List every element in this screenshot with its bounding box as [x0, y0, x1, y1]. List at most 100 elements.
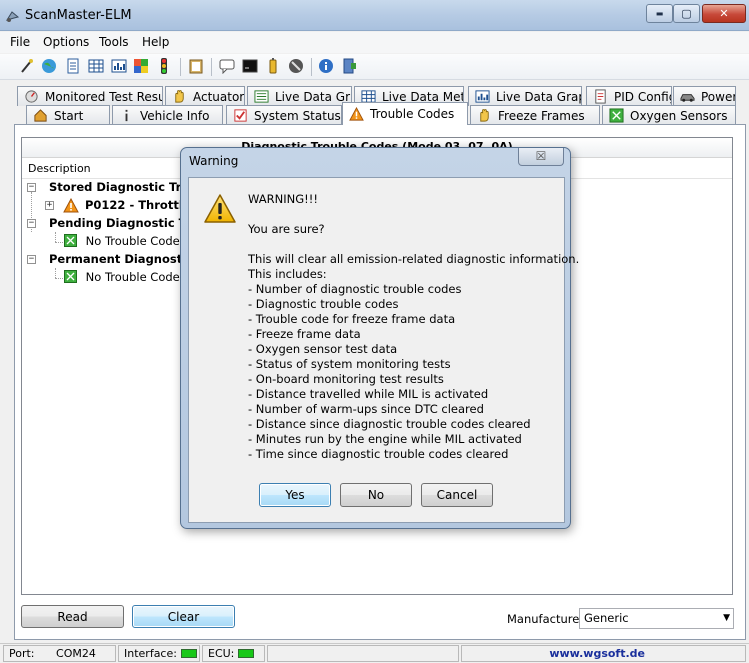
close-icon: ✕ [719, 7, 729, 20]
clear-button[interactable]: Clear [132, 605, 235, 628]
no-button[interactable]: No [340, 483, 412, 507]
dialog-message: WARNING!!! You are sure? This will clear… [248, 192, 580, 461]
read-button[interactable]: Read [21, 605, 124, 628]
tab-pid-config[interactable]: PID Config [586, 86, 672, 106]
hand-icon [480, 109, 489, 122]
port-value: COM24 [56, 647, 96, 660]
config-icon [595, 89, 606, 104]
info-icon [125, 109, 128, 122]
tab-label: System Status [254, 108, 341, 123]
read-label: Read [57, 609, 88, 624]
tab-oxygen-sensors[interactable]: Oxygen Sensors [602, 105, 736, 125]
list-icon [254, 90, 269, 103]
menu-bar: File Options Tools Help [0, 32, 749, 53]
menu-file[interactable]: File [10, 35, 30, 49]
grid-icon[interactable] [88, 58, 104, 74]
tab-freeze-frames[interactable]: Freeze Frames [470, 105, 600, 125]
minimize-button[interactable]: ▬ [646, 4, 673, 23]
yes-label: Yes [285, 488, 305, 502]
hand-icon [175, 90, 184, 103]
tab-monitored-test-results[interactable]: Monitored Test Results [17, 86, 163, 106]
menu-help[interactable]: Help [142, 35, 169, 49]
graph-icon [475, 90, 490, 103]
warning-icon [349, 106, 364, 121]
tab-power[interactable]: Power [673, 86, 736, 106]
sensor-icon [609, 108, 624, 123]
ok-icon [64, 270, 77, 283]
chat-icon[interactable] [219, 58, 235, 74]
checkbox-icon [234, 109, 247, 122]
cancel-label: Cancel [436, 488, 478, 502]
stored-dtc-node[interactable]: Stored Diagnostic Troul [49, 179, 201, 196]
no-label: No [367, 488, 385, 502]
dtc-code-node[interactable]: P0122 - Throttle/ [85, 197, 195, 214]
flag-icon[interactable] [133, 58, 149, 74]
warning-icon [204, 194, 236, 223]
tree-line [55, 278, 63, 279]
close-button[interactable]: ✕ [702, 4, 746, 23]
ecu-led [238, 649, 255, 658]
menu-tools[interactable]: Tools [99, 35, 129, 49]
website-cell: www.wgsoft.de [461, 645, 746, 662]
info-icon[interactable] [318, 58, 334, 74]
manufacturer-label: Manufacturer [507, 612, 585, 626]
home-icon [34, 109, 47, 122]
tab-label: Monitored Test Results [45, 89, 162, 104]
website-link[interactable]: www.wgsoft.de [549, 647, 645, 660]
wand-icon[interactable] [19, 58, 35, 74]
tab-system-status[interactable]: System Status [226, 105, 342, 125]
toolbar [0, 54, 749, 80]
tab-label: Start [54, 108, 84, 123]
document-icon[interactable] [65, 58, 81, 74]
tab-actuator[interactable]: Actuator [165, 86, 245, 106]
tree-line [55, 268, 56, 278]
disc-icon[interactable] [288, 58, 304, 74]
car-icon [680, 94, 695, 102]
chart-icon[interactable] [111, 58, 127, 74]
menu-options[interactable]: Options [43, 35, 89, 49]
tab-vehicle-info[interactable]: Vehicle Info [112, 105, 223, 125]
cancel-button[interactable]: Cancel [421, 483, 493, 507]
port-label: Port: [9, 647, 35, 660]
tab-label: Live Data Grid [275, 89, 351, 104]
tab-label: Live Data Graph [496, 89, 581, 104]
tab-live-data-graph[interactable]: Live Data Graph [468, 86, 582, 106]
interface-led [180, 649, 197, 658]
port-status: Port: COM24 [3, 645, 116, 662]
dialog-title: Warning [189, 154, 239, 168]
chevron-down-icon: ▼ [723, 613, 730, 623]
globe-icon[interactable] [41, 58, 57, 74]
yes-button[interactable]: Yes [259, 483, 331, 507]
tab-live-data-grid[interactable]: Live Data Grid [247, 86, 352, 106]
manufacturer-select[interactable]: Generic ▼ [579, 608, 734, 629]
tab-label: Actuator [193, 89, 245, 104]
terminal-icon[interactable] [242, 58, 258, 74]
no-codes-label: No Trouble Codes [85, 234, 186, 248]
collapse-pending-icon[interactable]: − [27, 219, 36, 228]
collapse-permanent-icon[interactable]: − [27, 255, 36, 264]
tab-label: PID Config [614, 89, 672, 104]
clipboard-icon[interactable] [188, 58, 204, 74]
app-icon [5, 11, 20, 22]
toolbar-separator [211, 58, 212, 76]
battery-icon[interactable] [265, 58, 281, 74]
pending-no-codes[interactable]: No Trouble Codes [64, 233, 186, 250]
tab-label: Trouble Codes [370, 107, 455, 121]
clear-label: Clear [167, 609, 200, 624]
toolbar-separator [311, 58, 312, 76]
tab-start[interactable]: Start [26, 105, 110, 125]
tab-label: Vehicle Info [140, 108, 210, 123]
exit-icon[interactable] [342, 58, 358, 74]
expand-code-icon[interactable]: + [45, 201, 54, 210]
warning-icon [63, 198, 79, 213]
manufacturer-value: Generic [584, 611, 629, 625]
collapse-stored-icon[interactable]: − [27, 183, 36, 192]
tab-trouble-codes[interactable]: Trouble Codes [342, 102, 468, 125]
traffic-light-icon[interactable] [156, 58, 172, 74]
permanent-no-codes[interactable]: No Trouble Codes [64, 269, 186, 286]
tree-line [55, 242, 63, 243]
tree-line [55, 232, 56, 242]
maximize-icon: ▢ [681, 7, 692, 20]
dialog-close-button[interactable]: ☒ [518, 148, 564, 166]
maximize-button[interactable]: ▢ [673, 4, 700, 23]
